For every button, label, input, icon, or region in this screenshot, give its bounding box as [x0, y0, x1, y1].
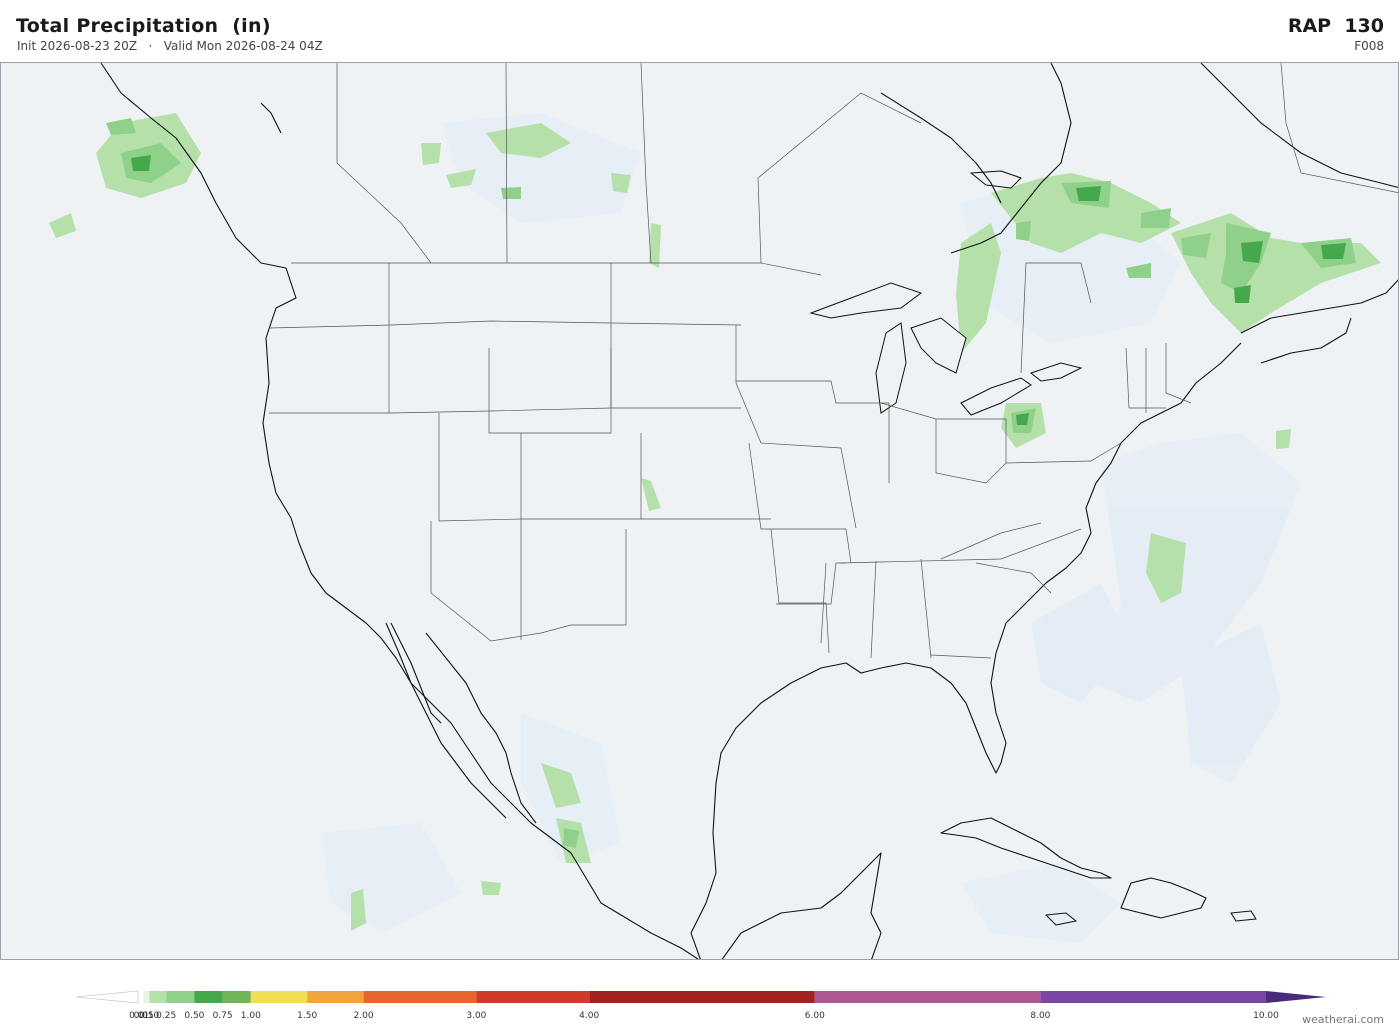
colorbar-tick-label: 2.00 — [353, 1011, 374, 1021]
colorbar-tick-label: 10.00 — [1253, 1011, 1279, 1021]
colorbar-min-arrow — [76, 990, 139, 1004]
colorbar-bin-0.50 — [194, 991, 223, 1003]
colorbar-tick-label: 4.00 — [579, 1011, 600, 1021]
light-precip-areas — [321, 113, 1301, 943]
colorbar-bin-4.00 — [589, 991, 815, 1003]
colorbar-bin-1.50 — [307, 991, 364, 1003]
map-title: Total Precipitation (in) — [16, 15, 271, 37]
forecast-hour: F008 — [1354, 39, 1384, 53]
init-time: Init 2026-08-23 20Z — [17, 39, 138, 53]
separator-dot: · — [148, 39, 153, 53]
run-info: Init 2026-08-23 20Z · Valid Mon 2026-08-… — [17, 39, 323, 53]
colorbar-bin-8.00 — [1040, 991, 1266, 1003]
colorbar-bin-1.00 — [250, 991, 308, 1003]
precipitation-map — [0, 62, 1399, 960]
colorbar-tick-label: 0.25 — [156, 1011, 177, 1021]
colorbar-tick-label: 1.50 — [297, 1011, 318, 1021]
colorbar-tick-label: 0.75 — [212, 1011, 233, 1021]
map-canvas — [49, 63, 1398, 959]
colorbar-tick-label: 6.00 — [804, 1011, 825, 1021]
colorbar — [76, 990, 1326, 1004]
colorbar-tick-label: 8.00 — [1030, 1011, 1051, 1021]
colorbar-bin-0.25 — [166, 991, 195, 1003]
colorbar-bin-2.00 — [363, 991, 477, 1003]
colorbar-tick-label: 3.00 — [466, 1011, 487, 1021]
colorbar-tick-label: 1.00 — [240, 1011, 261, 1021]
valid-time: Valid Mon 2026-08-24 04Z — [163, 39, 323, 53]
colorbar-max-arrow — [1266, 991, 1326, 1003]
colorbar-bin-0.10 — [149, 991, 167, 1003]
colorbar-bin-0.01 — [139, 991, 144, 1003]
credit-text: weatherai.com — [1302, 1013, 1384, 1026]
colorbar-bin-0.05 — [143, 991, 150, 1003]
colorbar-bin-3.00 — [476, 991, 590, 1003]
model-name: RAP 130 — [1287, 15, 1384, 37]
colorbar-bin-0.75 — [222, 991, 251, 1003]
colorbar-tick-label: 0.50 — [184, 1011, 205, 1021]
colorbar-bin-6.00 — [814, 991, 1041, 1003]
